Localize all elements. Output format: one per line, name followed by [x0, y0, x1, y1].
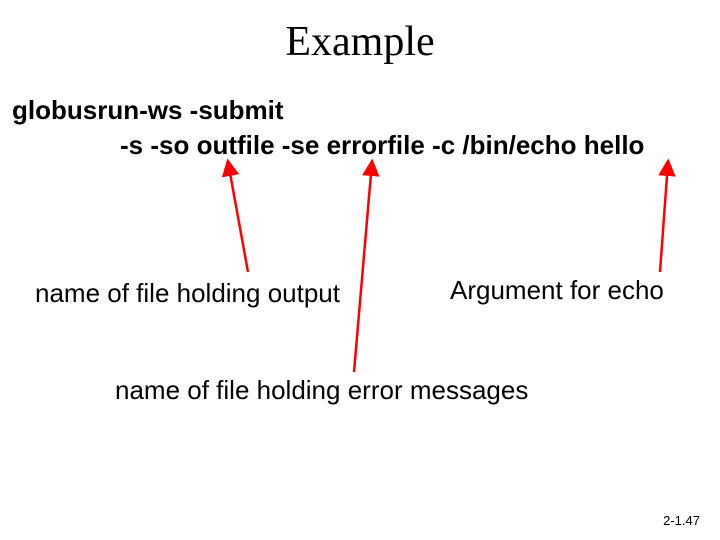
arrow-error-icon — [354, 162, 372, 372]
arrow-output-icon — [228, 162, 248, 272]
label-output: name of file holding output — [35, 278, 340, 309]
arrow-argument-icon — [660, 162, 668, 272]
command-line-2: -s -so outfile -se errorfile -c /bin/ech… — [120, 130, 644, 161]
slide-number: 2-1.47 — [663, 513, 700, 528]
slide-title: Example — [0, 18, 720, 66]
annotation-arrows — [0, 0, 720, 540]
slide: Example globusrun-ws -submit -s -so outf… — [0, 0, 720, 540]
command-line-1: globusrun-ws -submit — [12, 95, 284, 126]
label-error: name of file holding error messages — [115, 375, 528, 406]
label-argument: Argument for echo — [450, 275, 664, 306]
